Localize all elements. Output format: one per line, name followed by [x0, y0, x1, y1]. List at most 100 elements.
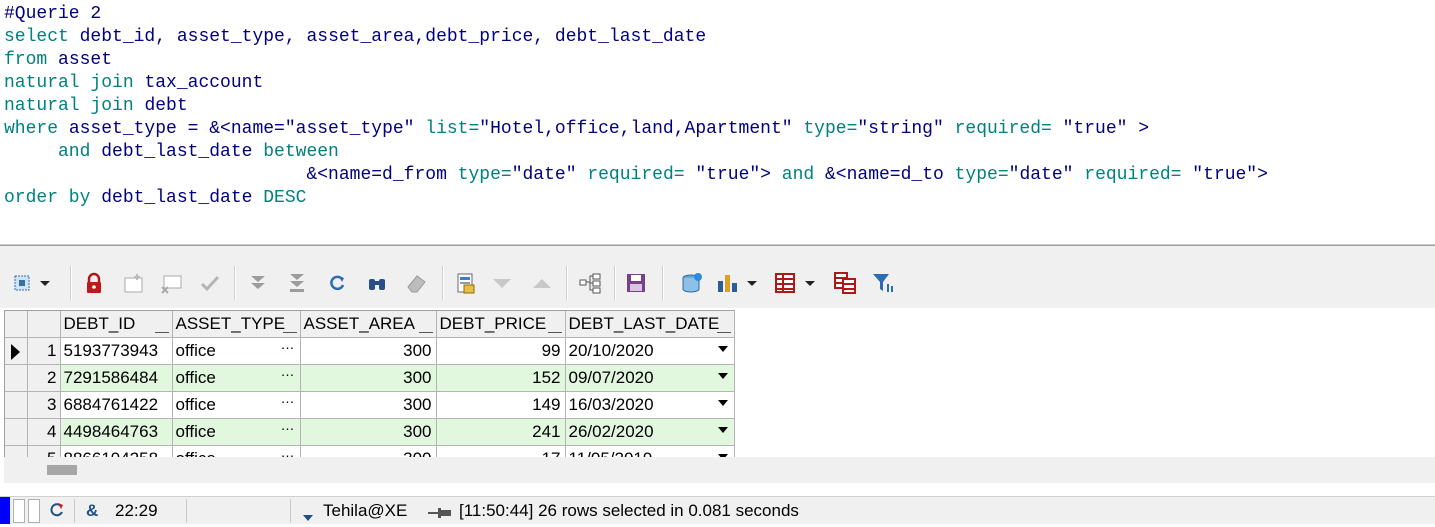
- column-header-debt-id[interactable]: DEBT_ID: [60, 311, 173, 338]
- refresh-icon[interactable]: [325, 271, 349, 295]
- cell-asset-type-value: office: [175, 422, 216, 441]
- row-number[interactable]: 2: [27, 364, 61, 392]
- sql-text: "true">: [695, 165, 782, 185]
- find-icon[interactable]: [365, 271, 389, 295]
- cell-asset-type[interactable]: office …: [172, 418, 301, 446]
- column-header-debt-last-date[interactable]: DEBT_LAST_DATE: [565, 311, 735, 338]
- chart-icon[interactable]: [715, 271, 739, 295]
- cell-asset-area[interactable]: 300: [300, 418, 437, 446]
- result-toolbar: [0, 258, 1435, 308]
- date-dropdown-icon[interactable]: [717, 427, 728, 433]
- connection-dropdown-icon[interactable]: [302, 507, 314, 527]
- sql-keyword: natural join: [4, 96, 145, 116]
- cell-asset-type[interactable]: office…: [172, 391, 301, 419]
- export-data-icon[interactable]: [680, 271, 704, 295]
- date-dropdown-icon[interactable]: [717, 400, 728, 406]
- cell-debt-last-date-value: 26/02/2020: [568, 422, 654, 441]
- sql-keyword: DESC: [263, 188, 307, 208]
- row-indicator[interactable]: [5, 337, 28, 365]
- table-row[interactable]: 1 5193773943 office … 300 99 20/10/2020: [5, 337, 735, 365]
- fetch-next-page-icon[interactable]: [246, 271, 270, 295]
- result-grid[interactable]: DEBT_ID ASSET_TYPE ASSET_AREA DEBT_PRICE…: [4, 310, 735, 458]
- cell-debt-id[interactable]: 5193773943: [60, 337, 173, 365]
- sql-text: &<name=d_to: [825, 165, 955, 185]
- table-row[interactable]: 3 6884761422 office … 300 149 16/03/2020: [5, 391, 735, 419]
- sql-text: debt_last_date: [101, 142, 264, 162]
- row-number[interactable]: 4: [27, 418, 61, 446]
- row-number[interactable]: 1: [27, 337, 61, 365]
- row-indicator[interactable]: [5, 418, 28, 446]
- select-mode-dropdown-icon[interactable]: [38, 271, 52, 295]
- single-record-view-icon[interactable]: [454, 271, 478, 295]
- delete-record-icon[interactable]: [160, 271, 184, 295]
- sort-ascending-icon[interactable]: [530, 271, 554, 295]
- cell-ellipsis-button[interactable]: …: [281, 365, 296, 380]
- filter-icon[interactable]: [871, 271, 895, 295]
- pane-splitter[interactable]: [0, 245, 1435, 259]
- cell-debt-id-value: 6884761422: [63, 395, 159, 414]
- sql-text: #Querie 2: [4, 4, 102, 24]
- sql-keyword: type=: [954, 165, 1009, 185]
- fetch-last-page-icon[interactable]: [285, 271, 309, 295]
- horizontal-scrollbar[interactable]: [4, 457, 1435, 483]
- date-dropdown-icon[interactable]: [717, 373, 728, 379]
- cell-debt-price-value: 152: [532, 368, 561, 387]
- row-indicator[interactable]: [5, 364, 28, 392]
- cell-debt-last-date[interactable]: 26/02/2020: [565, 418, 735, 446]
- cell-asset-area-value: 300: [403, 395, 432, 414]
- select-mode-icon[interactable]: [10, 271, 34, 295]
- sql-code[interactable]: #Querie 2 select debt_id, asset_type, ass…: [4, 3, 1268, 210]
- cell-ellipsis-button[interactable]: …: [281, 392, 296, 407]
- save-icon[interactable]: [624, 271, 648, 295]
- cell-debt-id[interactable]: 6884761422: [60, 391, 173, 419]
- cell-ellipsis-button[interactable]: …: [281, 338, 296, 353]
- lock-icon[interactable]: [82, 271, 106, 295]
- row-indicator[interactable]: [5, 391, 28, 419]
- scrollbar-thumb[interactable]: [47, 465, 77, 475]
- cursor-position: 22:29: [115, 501, 158, 520]
- grid-layout-icon[interactable]: [773, 271, 797, 295]
- column-header-asset-area[interactable]: ASSET_AREA: [300, 311, 437, 338]
- pin-icon: [428, 504, 452, 524]
- cell-debt-price[interactable]: 241: [436, 418, 566, 446]
- cell-debt-price[interactable]: 149: [436, 391, 566, 419]
- cell-asset-area[interactable]: 300: [300, 337, 437, 365]
- clear-icon[interactable]: [404, 271, 428, 295]
- cell-debt-last-date-value: 20/10/2020: [568, 341, 654, 360]
- chart-dropdown-icon[interactable]: [745, 271, 759, 295]
- date-dropdown-icon[interactable]: [717, 346, 728, 352]
- column-header-asset-type[interactable]: ASSET_TYPE: [172, 311, 301, 338]
- column-header-debt-price[interactable]: DEBT_PRICE: [436, 311, 566, 338]
- status-panel-1: [13, 499, 25, 523]
- cell-debt-id[interactable]: 4498464763: [60, 418, 173, 446]
- cell-ellipsis-button[interactable]: …: [281, 419, 296, 434]
- sql-editor[interactable]: #Querie 2 select debt_id, asset_type, ass…: [0, 0, 1435, 245]
- query-builder-icon[interactable]: [578, 271, 602, 295]
- cell-debt-last-date[interactable]: 16/03/2020: [565, 391, 735, 419]
- sort-descending-icon[interactable]: [490, 271, 514, 295]
- grid-corner[interactable]: [5, 311, 28, 338]
- cell-asset-type[interactable]: office…: [172, 364, 301, 392]
- connection-label[interactable]: Tehila@XE: [323, 501, 407, 521]
- cell-asset-area[interactable]: 300: [300, 391, 437, 419]
- cell-debt-last-date[interactable]: 20/10/2020: [565, 337, 735, 365]
- code-line: &<name=d_from type="date" required= "tru…: [4, 164, 1267, 187]
- sql-text: "true" >: [1062, 119, 1150, 139]
- cell-debt-last-date[interactable]: 09/07/2020: [565, 364, 735, 392]
- post-changes-icon[interactable]: [198, 271, 222, 295]
- cell-asset-area[interactable]: 300: [300, 364, 437, 392]
- cell-debt-price[interactable]: 99: [436, 337, 566, 365]
- compare-records-icon[interactable]: [833, 271, 857, 295]
- sql-text: debt_last_date: [101, 188, 264, 208]
- insert-record-icon[interactable]: [122, 271, 146, 295]
- status-panel-2: [28, 499, 40, 523]
- cell-debt-price[interactable]: 152: [436, 364, 566, 392]
- table-row[interactable]: 2 7291586484 office … 300 152 09/07/2020: [5, 364, 735, 392]
- grid-layout-dropdown-icon[interactable]: [803, 271, 817, 295]
- cell-debt-id[interactable]: 7291586484: [60, 364, 173, 392]
- cell-debt-id-value: 7291586484: [63, 368, 159, 387]
- table-row[interactable]: 4 4498464763 office … 300 241 26/02/2020: [5, 418, 735, 446]
- cell-asset-type[interactable]: office…: [172, 337, 301, 365]
- refresh-status-icon[interactable]: [48, 500, 66, 525]
- row-number[interactable]: 3: [27, 391, 61, 419]
